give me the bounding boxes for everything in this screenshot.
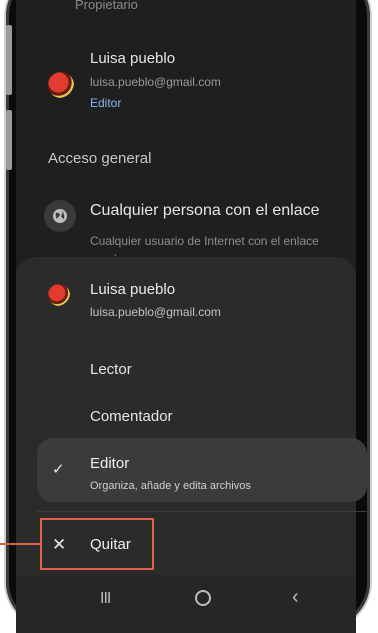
option-lector[interactable]: Lector bbox=[90, 361, 132, 378]
option-editor-description: Organiza, añade y edita archivos bbox=[90, 480, 251, 492]
option-comentador[interactable]: Comentador bbox=[90, 408, 173, 425]
option-quitar[interactable]: Quitar bbox=[90, 536, 131, 553]
owner-role-label: Propietario bbox=[75, 0, 138, 12]
power-button bbox=[6, 110, 12, 170]
divider bbox=[37, 511, 367, 512]
general-access-description: Cualquier usuario de Internet con el enl… bbox=[90, 234, 319, 256]
shared-user-name: Luisa pueblo bbox=[90, 50, 176, 67]
shared-user-role[interactable]: Editor bbox=[90, 96, 121, 110]
annotation-pointer bbox=[0, 543, 40, 545]
globe-icon bbox=[44, 200, 76, 232]
back-button[interactable]: ‹ bbox=[292, 586, 299, 609]
recents-button[interactable]: III bbox=[100, 590, 111, 608]
general-access-title[interactable]: Cualquier persona con el enlace bbox=[90, 202, 319, 220]
volume-button bbox=[6, 25, 12, 95]
option-editor-label[interactable]: Editor bbox=[90, 455, 129, 472]
option-editor[interactable] bbox=[37, 438, 367, 502]
sheet-user-email: luisa.pueblo@gmail.com bbox=[90, 305, 221, 319]
sheet-user-name: Luisa pueblo bbox=[90, 281, 176, 298]
sheet-avatar bbox=[48, 284, 70, 306]
general-access-heading: Acceso general bbox=[48, 150, 152, 167]
close-icon[interactable]: ✕ bbox=[52, 535, 66, 555]
system-nav-bar bbox=[16, 575, 356, 633]
check-icon: ✓ bbox=[52, 461, 65, 478]
home-button[interactable] bbox=[195, 590, 211, 606]
avatar bbox=[48, 72, 74, 98]
shared-user-email: luisa.pueblo@gmail.com bbox=[90, 75, 221, 89]
